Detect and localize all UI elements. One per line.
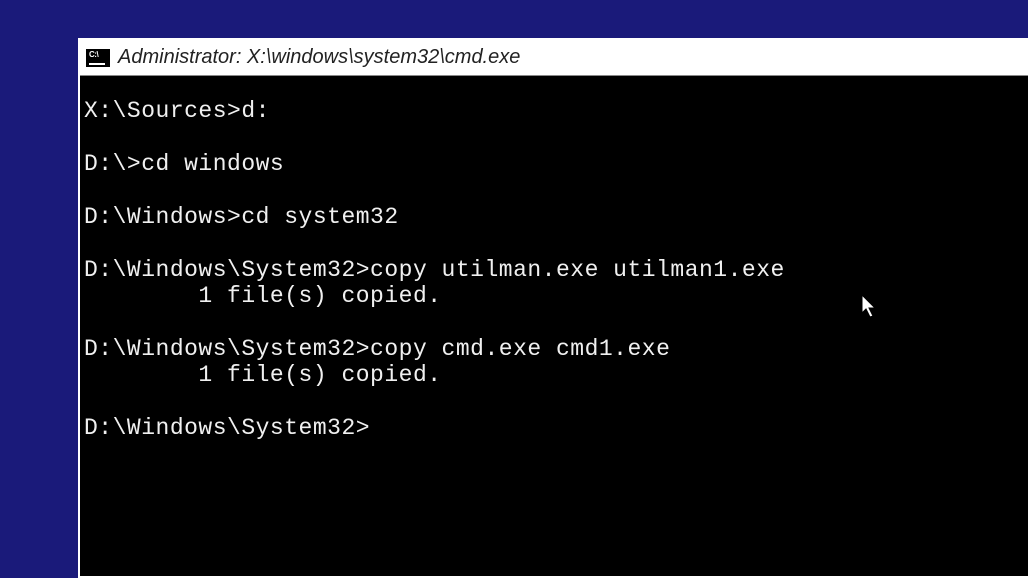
cmd-icon: C:\ <box>86 49 110 67</box>
window-title: Administrator: X:\windows\system32\cmd.e… <box>118 46 520 69</box>
titlebar[interactable]: C:\ Administrator: X:\windows\system32\c… <box>80 40 1028 76</box>
cmd-window: C:\ Administrator: X:\windows\system32\c… <box>78 38 1028 578</box>
terminal-output[interactable]: X:\Sources>d: D:\>cd windows D:\Windows>… <box>80 76 1028 576</box>
